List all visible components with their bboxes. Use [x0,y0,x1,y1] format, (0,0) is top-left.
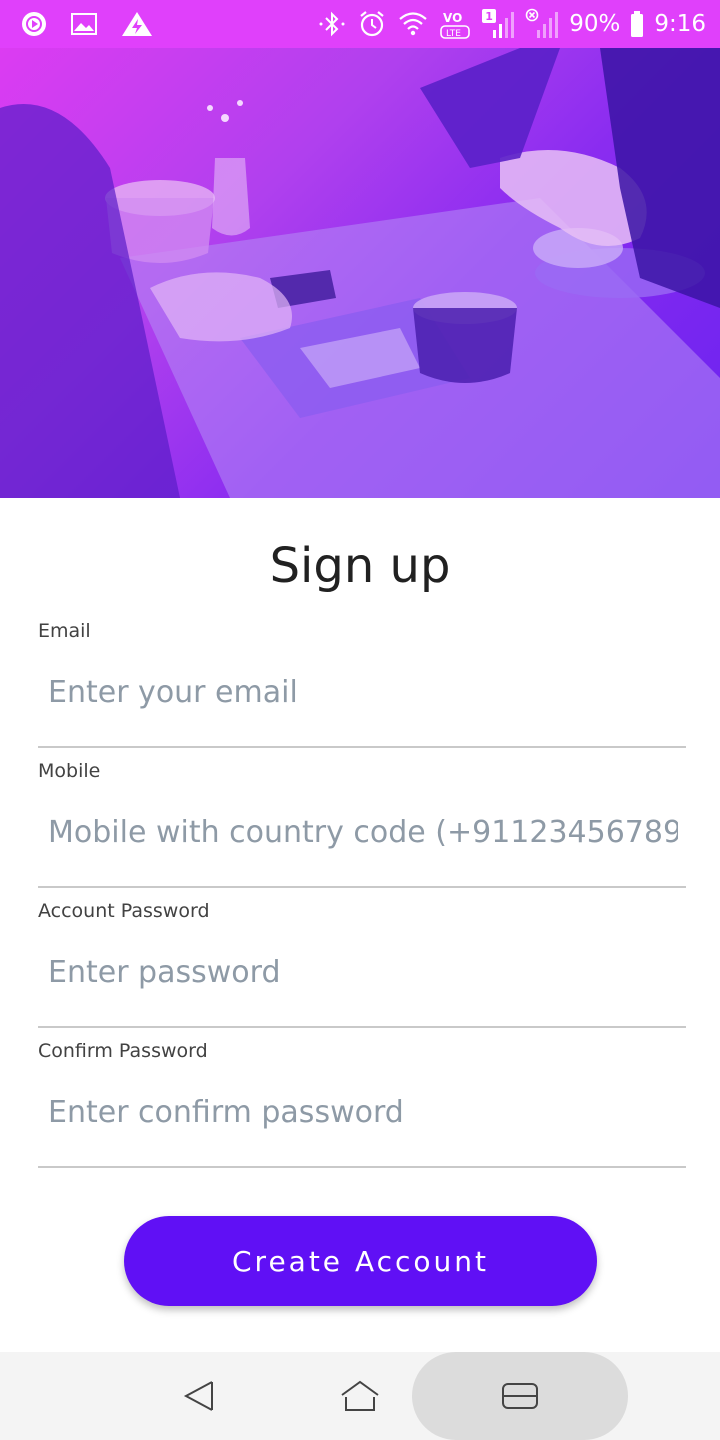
confirm-password-input[interactable] [48,1082,678,1142]
page-title: Sign up [269,538,451,594]
hero-image [0,48,720,498]
record-app-icon [20,10,48,38]
email-field: Email [38,620,686,748]
alarm-icon [357,9,387,39]
bluetooth-icon [317,10,347,38]
back-icon [183,1381,213,1411]
mobile-label: Mobile [38,760,101,782]
mobile-input[interactable] [48,802,678,862]
wifi-icon [397,9,429,39]
warning-app-icon [120,10,154,38]
signal-icon: 1 [481,8,515,40]
home-icon [341,1380,379,1411]
confirm-password-label: Confirm Password [38,1040,208,1062]
password-field: Account Password [38,900,686,1028]
confirm-password-field: Confirm Password [38,1040,686,1168]
home-button[interactable] [320,1352,400,1440]
password-label: Account Password [38,900,210,922]
svg-text:LTE: LTE [446,29,461,39]
svg-text:VO: VO [443,11,462,25]
back-button[interactable] [160,1352,240,1440]
email-input[interactable] [48,662,678,722]
navigation-bar [0,1352,720,1440]
password-input[interactable] [48,942,678,1002]
battery-icon [630,10,644,38]
recent-apps-button[interactable] [412,1352,628,1440]
email-label: Email [38,620,91,642]
no-signal-icon [525,8,559,40]
status-bar: VO LTE 1 90% 9:16 [0,0,720,48]
gallery-icon [70,12,98,36]
create-account-button[interactable]: Create Account [124,1216,597,1306]
volte-icon: VO LTE [439,8,471,40]
mobile-field: Mobile [38,760,686,888]
recent-apps-icon [502,1383,538,1409]
battery-percent: 90% [569,11,621,37]
clock: 9:16 [654,11,706,37]
sim-badge: 1 [485,10,493,23]
